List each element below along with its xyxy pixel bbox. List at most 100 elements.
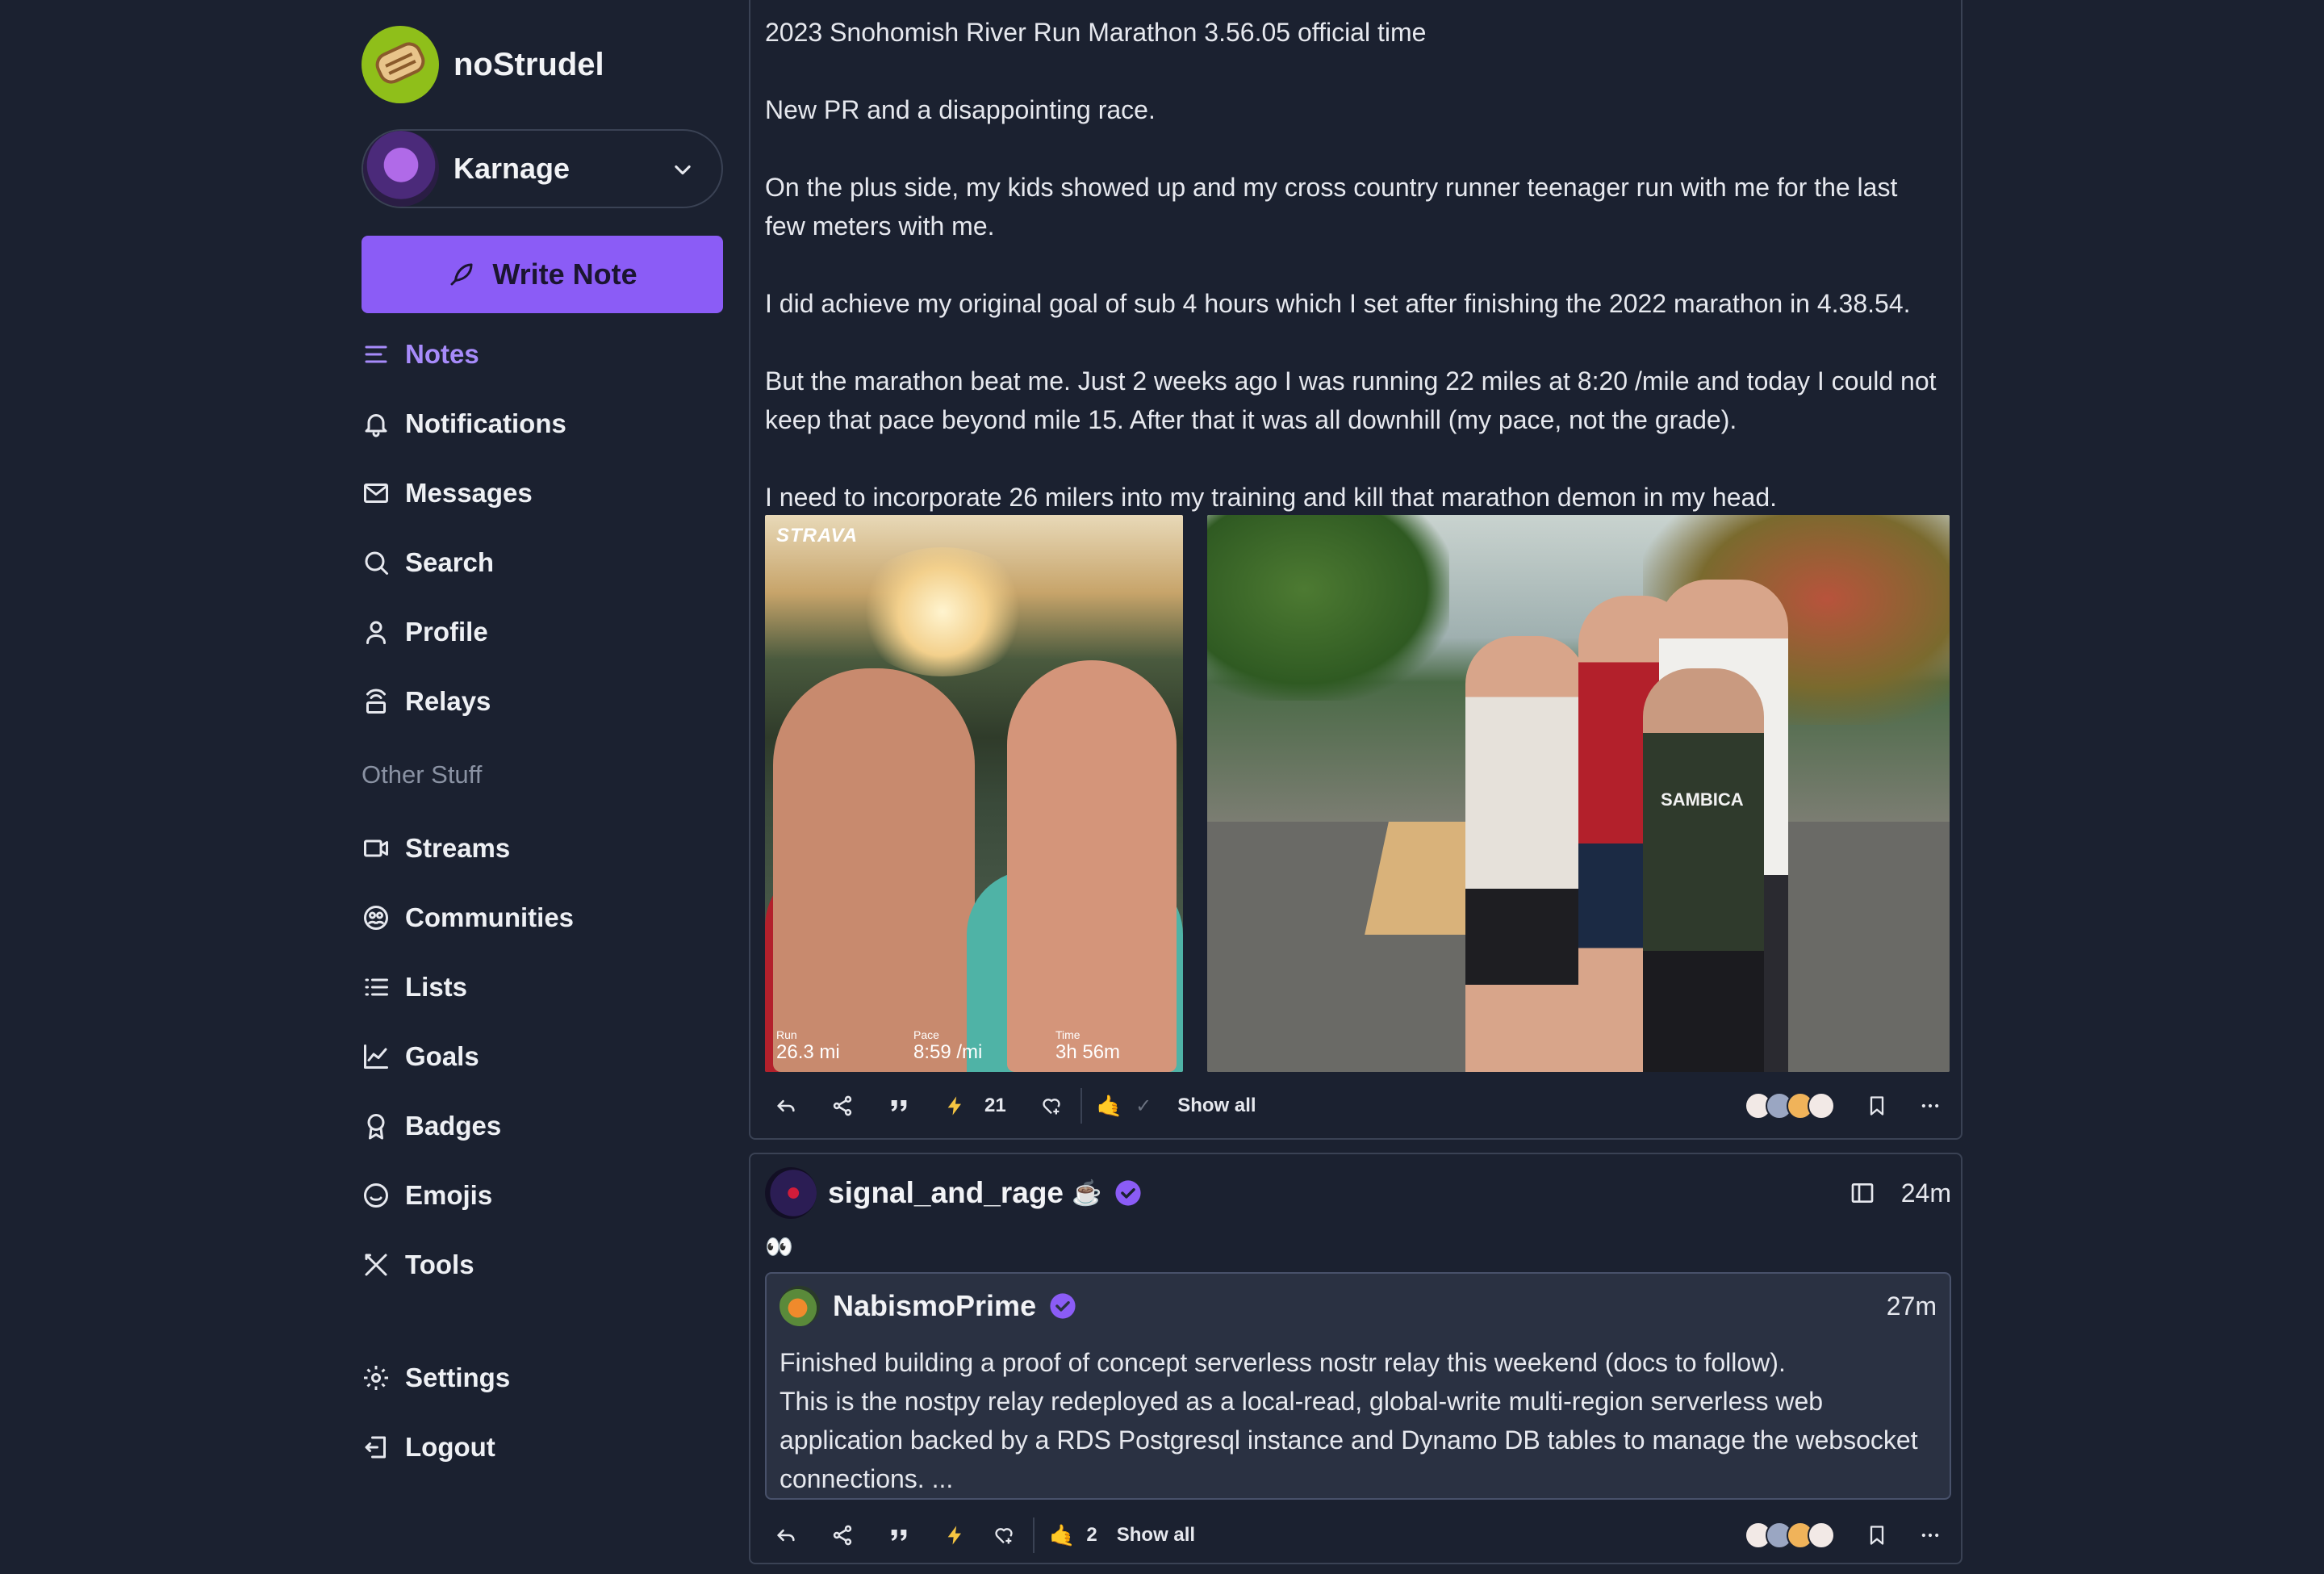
ellipsis-icon — [1921, 1103, 1939, 1108]
bottom-nav: Settings Logout — [362, 1343, 723, 1482]
sidebar: noStrudel Karnage Write Note Notes Notif… — [362, 0, 725, 1574]
reply-button[interactable] — [765, 1083, 807, 1128]
sidebar-item-settings[interactable]: Settings — [362, 1343, 723, 1413]
sidebar-item-logout[interactable]: Logout — [362, 1413, 723, 1482]
quoted-author-name[interactable]: NabismoPrime — [833, 1289, 1036, 1323]
write-note-button[interactable]: Write Note — [362, 236, 723, 313]
tools-icon — [365, 1254, 387, 1276]
note-image-family-photo[interactable]: SAMBICA — [1207, 515, 1950, 1072]
notes-icon — [365, 345, 387, 363]
add-reaction-button[interactable] — [983, 1513, 1025, 1558]
quoted-note-text: Finished building a proof of concept ser… — [780, 1343, 1942, 1498]
sidebar-item-tools[interactable]: Tools — [362, 1230, 723, 1300]
sidebar-item-search[interactable]: Search — [362, 528, 723, 597]
quote-button[interactable] — [878, 1083, 920, 1128]
share-icon — [833, 1095, 852, 1116]
sidebar-item-label: Emojis — [405, 1180, 493, 1210]
sidebar-item-goals[interactable]: Goals — [362, 1022, 723, 1091]
sidebar-item-communities[interactable]: Communities — [362, 883, 723, 952]
sidebar-item-label: Streams — [405, 833, 511, 863]
note-paragraph: But the marathon beat me. Just 2 weeks a… — [765, 366, 1937, 434]
sidebar-item-messages[interactable]: Messages — [362, 458, 723, 528]
reaction-check[interactable]: ✓ — [1135, 1095, 1152, 1118]
communities-icon — [364, 906, 388, 930]
more-options-button[interactable] — [1909, 1513, 1951, 1558]
note-paragraph: I did achieve my original goal of sub 4 … — [765, 289, 1911, 318]
quote-icon — [891, 1530, 907, 1541]
feather-icon — [450, 263, 473, 286]
reply-button[interactable] — [765, 1513, 807, 1558]
author-name[interactable]: signal_and_rage — [828, 1176, 1064, 1210]
sidebar-item-label: Communities — [405, 902, 575, 932]
note-paragraph: 2023 Snohomish River Run Marathon 3.56.0… — [765, 18, 1427, 47]
sidebar-item-label: Messages — [405, 478, 533, 508]
note-actions-right — [1745, 1083, 1951, 1128]
lightning-icon — [947, 1526, 961, 1545]
zapper-avatars[interactable] — [1745, 1522, 1835, 1549]
quoted-timestamp[interactable]: 27m — [1887, 1291, 1937, 1321]
note-paragraph: On the plus side, my kids showed up and … — [765, 173, 1898, 241]
sidebar-item-badges[interactable]: Badges — [362, 1091, 723, 1161]
account-name: Karnage — [454, 152, 571, 185]
quote-button[interactable] — [878, 1513, 920, 1558]
expand-panel-icon[interactable] — [1850, 1180, 1875, 1206]
reaction-count: 2 — [1086, 1524, 1097, 1546]
sidebar-item-label: Badges — [405, 1111, 502, 1141]
zap-button[interactable]: 21 — [934, 1083, 1016, 1128]
avatar[interactable] — [765, 1167, 817, 1219]
reaction-shaka[interactable]: 🤙 — [1049, 1523, 1075, 1548]
smile-icon — [364, 1183, 388, 1208]
reply-icon — [777, 1099, 795, 1112]
zapper-avatars[interactable] — [1745, 1092, 1835, 1120]
note-actions-right — [1745, 1513, 1951, 1558]
note-paragraph: New PR and a disappointing race. — [765, 95, 1156, 124]
sidebar-item-label: Logout — [405, 1432, 495, 1462]
section-label: Other Stuff — [362, 760, 483, 789]
sidebar-item-label: Notifications — [405, 408, 566, 438]
bookmark-button[interactable] — [1856, 1083, 1898, 1128]
search-icon — [365, 551, 388, 575]
sidebar-item-emojis[interactable]: Emojis — [362, 1161, 723, 1230]
share-icon — [833, 1525, 852, 1546]
app-name: noStrudel — [454, 46, 604, 82]
gear-icon — [364, 1366, 388, 1390]
brand[interactable]: noStrudel — [362, 26, 604, 103]
zap-button[interactable] — [934, 1513, 976, 1558]
share-button[interactable] — [821, 1083, 863, 1128]
list-icon — [365, 978, 388, 996]
quoted-line: Finished building a proof of concept ser… — [780, 1348, 1786, 1377]
add-reaction-button[interactable] — [1030, 1083, 1072, 1128]
quoted-line: This is the nostpy relay redeployed as a… — [780, 1387, 1918, 1493]
quoted-note[interactable]: NabismoPrime 27m Finished building a pro… — [765, 1272, 1951, 1500]
avatar[interactable] — [780, 1286, 820, 1326]
sidebar-item-relays[interactable]: Relays — [362, 667, 723, 736]
relay-icon — [366, 689, 386, 714]
note-card: signal_and_rage ☕ 24m 👀 NabismoPrime 27m… — [749, 1153, 1962, 1564]
note-image-strava-selfie[interactable]: STRAVA Run 26.3 mi Pace 8:59 /mi Time 3h 56… — [765, 515, 1183, 1072]
sidebar-item-profile[interactable]: Profile — [362, 597, 723, 667]
sidebar-item-label: Goals — [405, 1041, 479, 1071]
sidebar-item-streams[interactable]: Streams — [362, 814, 723, 883]
bookmark-button[interactable] — [1856, 1513, 1898, 1558]
post-timestamp[interactable]: 24m — [1901, 1178, 1951, 1208]
sidebar-item-label: Tools — [405, 1250, 474, 1279]
reaction-shaka[interactable]: 🤙 — [1097, 1094, 1122, 1119]
video-icon — [364, 839, 388, 857]
note-header: signal_and_rage ☕ 24m — [765, 1166, 1951, 1220]
verified-icon — [1115, 1180, 1141, 1206]
note-card: 2023 Snohomish River Run Marathon 3.56.0… — [749, 0, 1962, 1140]
write-note-label: Write Note — [492, 257, 637, 291]
stat-pace: Pace 8:59 /mi — [913, 1028, 983, 1063]
show-all-reactions[interactable]: Show all — [1117, 1524, 1195, 1547]
account-switcher[interactable]: Karnage — [362, 129, 723, 208]
chevron-down-icon[interactable] — [671, 158, 694, 181]
more-options-button[interactable] — [1909, 1083, 1951, 1128]
sidebar-item-notifications[interactable]: Notifications — [362, 389, 723, 458]
sidebar-item-lists[interactable]: Lists — [362, 952, 723, 1022]
sidebar-item-label: Profile — [405, 617, 488, 647]
bell-icon — [365, 414, 387, 437]
show-all-reactions[interactable]: Show all — [1177, 1095, 1256, 1117]
sidebar-item-notes[interactable]: Notes — [362, 320, 723, 389]
sidebar-item-label: Lists — [405, 972, 468, 1002]
share-button[interactable] — [821, 1513, 863, 1558]
